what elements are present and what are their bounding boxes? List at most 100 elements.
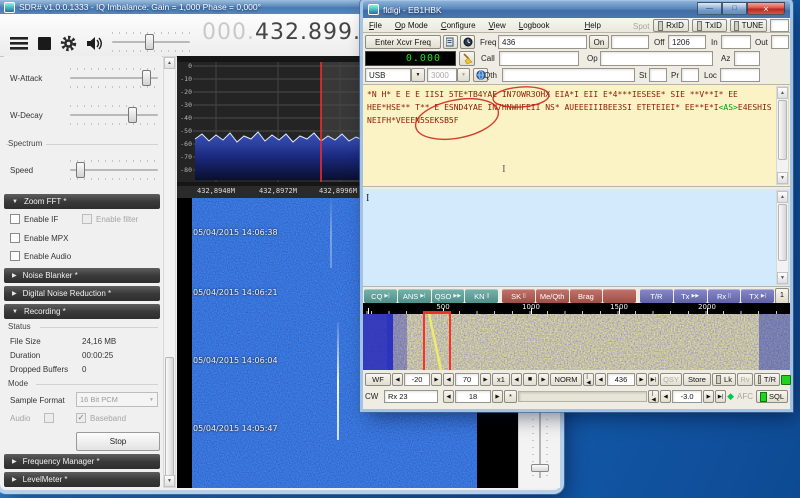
freq-field[interactable]: 436: [498, 35, 587, 49]
arrow-left-icon[interactable]: ◀: [392, 373, 403, 386]
enable-if-checkbox[interactable]: [10, 214, 20, 224]
pr-field[interactable]: [681, 68, 699, 82]
mode-select-arrow[interactable]: ▼: [411, 68, 425, 82]
enable-audio-checkbox[interactable]: [10, 251, 20, 261]
enter-xcvr-freq-button[interactable]: Enter Xcvr Freq: [365, 35, 441, 49]
frequency-display[interactable]: 000.432.899.: [202, 20, 361, 45]
rx-text-pane[interactable]: *N H* E E E IISI 5TE*TB4YAE IN7OWR3OHX E…: [363, 84, 790, 187]
macro-tr-button[interactable]: T/R: [640, 289, 673, 303]
mode-indicator[interactable]: CW: [365, 392, 383, 401]
scroll-down-icon[interactable]: ▼: [777, 172, 788, 184]
arrow-left-icon[interactable]: ◀: [660, 390, 671, 403]
macro-sk-button[interactable]: SK||: [502, 289, 535, 303]
macro-brag-button[interactable]: Brag: [570, 289, 603, 303]
scroll-down-icon[interactable]: ▼: [777, 272, 788, 284]
tx-scrollbar[interactable]: ▲ ▼: [776, 190, 789, 285]
speed-thumb[interactable]: [76, 162, 85, 178]
macro-empty-button[interactable]: [603, 289, 636, 303]
tune-toggle[interactable]: TUNE: [730, 19, 767, 32]
enable-mpx-checkbox[interactable]: [10, 233, 20, 243]
on-time-field[interactable]: [611, 35, 649, 49]
arrow-right-icon[interactable]: ▶: [538, 373, 549, 386]
wf-speed-button[interactable]: NORM: [550, 373, 582, 386]
skip-right-icon[interactable]: ▶|: [715, 390, 726, 403]
menu-file[interactable]: File: [369, 21, 382, 30]
minimize-button[interactable]: —: [697, 2, 722, 15]
qth-field[interactable]: [502, 68, 635, 82]
afc-toggle[interactable]: AFC: [737, 392, 753, 401]
wf-upper-signal-field[interactable]: -20: [404, 373, 430, 386]
panel-scrollbar-thumb[interactable]: [165, 357, 174, 477]
rxid-toggle[interactable]: RxID: [653, 19, 689, 32]
macro-tx-button[interactable]: Tx▶▶: [674, 289, 707, 303]
menu-view[interactable]: View: [489, 21, 506, 30]
audio-carrier-field[interactable]: 436: [607, 373, 635, 386]
scroll-up-icon[interactable]: ▲: [777, 191, 788, 203]
skip-left-icon[interactable]: |◀: [583, 373, 594, 386]
speaker-icon[interactable]: [86, 36, 103, 51]
timer-icon[interactable]: [460, 35, 475, 49]
call-field[interactable]: [499, 51, 579, 66]
stop-recording-button[interactable]: Stop: [76, 432, 160, 451]
arrow-right-icon[interactable]: ▶: [431, 373, 442, 386]
rx-scrollbar[interactable]: ▲ ▼: [776, 86, 789, 185]
loc-field[interactable]: [720, 68, 760, 82]
out-field[interactable]: [771, 35, 789, 49]
wf-mode-button[interactable]: WF: [365, 373, 391, 386]
panel-scrollbar[interactable]: ▲ ▼: [163, 56, 176, 488]
squelch-level-field[interactable]: -3.0: [672, 390, 702, 403]
macro-meqth-button[interactable]: Me/Qth: [536, 289, 569, 303]
tx-text-pane[interactable]: I ▲ ▼: [363, 189, 790, 287]
fldigi-waterfall[interactable]: [363, 314, 790, 370]
scroll-down-icon[interactable]: ▼: [164, 475, 175, 487]
w-decay-thumb[interactable]: [128, 107, 137, 123]
arrow-right-icon[interactable]: ▶: [480, 373, 491, 386]
menu-op-mode[interactable]: Op Mode: [395, 21, 428, 30]
tx-scrollbar-thumb[interactable]: [778, 204, 787, 261]
sql-toggle[interactable]: SQL: [756, 390, 788, 403]
in-field[interactable]: [721, 35, 751, 49]
store-button[interactable]: Store: [683, 373, 711, 386]
zoom-x1-button[interactable]: x1: [492, 373, 510, 386]
speed-slider[interactable]: [70, 162, 158, 178]
w-attack-slider[interactable]: [70, 70, 158, 86]
scroll-up-icon[interactable]: ▲: [777, 87, 788, 99]
txid-toggle[interactable]: TxID: [692, 19, 727, 32]
macro-cq-button[interactable]: CQ▶|: [364, 289, 397, 303]
arrow-right-icon[interactable]: ▶: [492, 390, 503, 403]
arrow-left-icon[interactable]: ◀: [511, 373, 522, 386]
macro-txend-button[interactable]: TX▶|: [741, 289, 774, 303]
default-wpm-button[interactable]: *: [504, 390, 517, 403]
rx-scrollbar-thumb[interactable]: [778, 100, 787, 160]
arrow-left-icon[interactable]: ◀: [443, 390, 454, 403]
arrow-right-icon[interactable]: ▶: [636, 373, 647, 386]
volume-slider[interactable]: [112, 34, 190, 50]
arrow-left-icon[interactable]: ◀: [595, 373, 606, 386]
macro-qso-button[interactable]: QSO▶▶: [432, 289, 465, 303]
skip-left-icon[interactable]: |◀: [648, 390, 659, 403]
menu-hamburger-icon[interactable]: [10, 36, 28, 50]
wf-range-field[interactable]: 70: [455, 373, 479, 386]
az-field[interactable]: [734, 51, 760, 66]
waterfall-scale[interactable]: 500 1000 1500 2000: [363, 303, 790, 314]
close-button[interactable]: ×: [747, 2, 785, 15]
menu-help[interactable]: Help: [584, 21, 600, 30]
frequency-lcd[interactable]: 0.000: [365, 51, 456, 66]
volume-slider-thumb[interactable]: [145, 34, 154, 50]
off-time-field[interactable]: 1206: [668, 35, 706, 49]
scroll-up-icon[interactable]: ▲: [164, 57, 175, 69]
macro-ans-button[interactable]: ANS▶|: [398, 289, 431, 303]
tr-toggle[interactable]: T/R: [754, 373, 780, 386]
menu-configure[interactable]: Configure: [441, 21, 476, 30]
stop-icon[interactable]: [38, 37, 51, 50]
skip-right-icon[interactable]: ▶|: [648, 373, 659, 386]
macro-set-button[interactable]: 1: [775, 288, 789, 304]
arrow-left-icon[interactable]: ◀: [443, 373, 454, 386]
clear-broom-icon[interactable]: [459, 51, 475, 66]
wf-stop-icon[interactable]: ■: [523, 373, 537, 386]
menu-logbook[interactable]: Logbook: [519, 21, 550, 30]
section-digital-noise-reduction[interactable]: ▶ Digital Noise Reduction *: [4, 286, 160, 301]
mode-select[interactable]: USB: [365, 68, 411, 82]
maximize-button[interactable]: □: [722, 2, 747, 15]
qso-save-icon[interactable]: [443, 35, 458, 49]
